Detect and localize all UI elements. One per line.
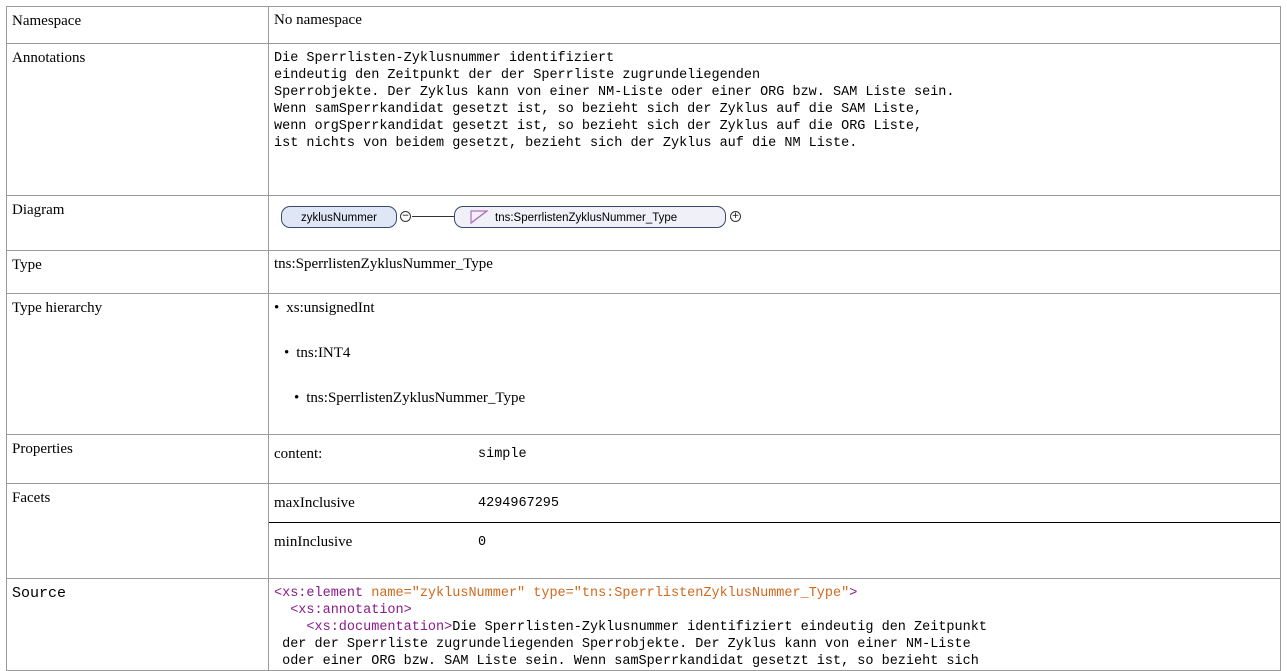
source-tag: <xs:element [274,586,372,601]
bullet-icon: • [284,345,290,361]
schema-diagram: zyklusNummer − tns:SperrlistenZyklusNumm… [274,201,1275,241]
element-box[interactable]: zyklusNummer [281,206,397,228]
facet-key: minInclusive [269,522,473,561]
property-key: content: [274,445,323,462]
source-code: <xs:element name="zyklusNummer" type="tn… [274,584,1275,670]
minus-icon[interactable]: − [400,211,411,222]
source-attribute-value: "tns:SperrlistenZyklusNummer_Type" [573,586,850,601]
diagram-label: Diagram [6,195,269,251]
annotations-text: Die Sperrlisten-Zyklusnummer identifizie… [274,51,955,151]
hierarchy-item-label: tns:SperrlistenZyklusNummer_Type [306,390,526,406]
facets-table: maxInclusive 4294967295 minInclusive 0 [269,484,1280,561]
facet-key: maxInclusive [274,494,355,511]
source-row: Source <xs:element name="zyklusNummer" t… [6,578,1281,671]
property-value: simple [478,446,527,462]
hierarchy-item-label: tns:INT4 [296,345,351,361]
hierarchy-item[interactable]: • xs:unsignedInt [274,299,1275,344]
source-label: Source [6,578,269,671]
source-tag: <xs:annotation> [274,603,412,618]
namespace-label: Namespace [6,6,269,44]
source-tag: <xs:documentation> [274,620,453,635]
simple-type-icon [470,210,488,224]
bullet-icon: • [274,300,280,316]
source-text: oder einer ORG bzw. SAM Liste sein. Wenn… [274,654,979,669]
diagram-row: Diagram zyklusNummer − tns:SperrlistenZy… [6,195,1281,251]
source-text: Die Sperrlisten-Zyklusnummer identifizie… [452,620,987,635]
properties-table: content: simple [269,435,1280,473]
source-attribute-value: "zyklusNummer" [411,586,526,601]
type-value[interactable]: tns:SperrlistenZyklusNummer_Type [268,250,1281,294]
facets-row: Facets maxInclusive 4294967295 minInclus… [6,483,1281,579]
type-hierarchy-label: Type hierarchy [6,293,269,435]
facets-label: Facets [6,483,269,579]
facet-row: maxInclusive 4294967295 [269,484,1280,523]
type-box[interactable]: tns:SperrlistenZyklusNummer_Type [454,206,726,228]
type-row: Type tns:SperrlistenZyklusNummer_Type [6,250,1281,294]
hierarchy-item-label: xs:unsignedInt [286,300,375,316]
annotations-row: Annotations Die Sperrlisten-Zyklusnummer… [6,43,1281,196]
bullet-icon: • [294,390,300,406]
facet-value: 4294967295 [478,495,560,511]
namespace-row: Namespace No namespace [6,6,1281,44]
source-attribute: type= [525,586,574,601]
plus-icon[interactable]: + [730,211,741,222]
annotations-label: Annotations [6,43,269,196]
facet-value: 0 [473,522,1280,561]
documentation-table: Namespace No namespace Annotations Die S… [6,6,1281,671]
hierarchy-item[interactable]: • tns:INT4 [274,344,1275,389]
properties-row: Properties content: simple [6,434,1281,484]
facet-row: minInclusive 0 [269,522,1280,561]
connector-line [412,216,454,217]
type-box-label: tns:SperrlistenZyklusNummer_Type [495,212,678,224]
source-text: der der Sperrliste zugrundeliegenden Spe… [274,637,971,652]
type-label: Type [6,250,269,294]
type-hierarchy-row: Type hierarchy • xs:unsignedInt • tns:INT4… [6,293,1281,435]
namespace-value: No namespace [268,6,1281,44]
properties-label: Properties [6,434,269,484]
hierarchy-item[interactable]: • tns:SperrlistenZyklusNummer_Type [274,389,1275,434]
source-attribute: name= [371,586,412,601]
type-hierarchy-list: • xs:unsignedInt • tns:INT4 • tns:Sperrlist… [274,299,1275,434]
source-tag: > [849,586,858,601]
